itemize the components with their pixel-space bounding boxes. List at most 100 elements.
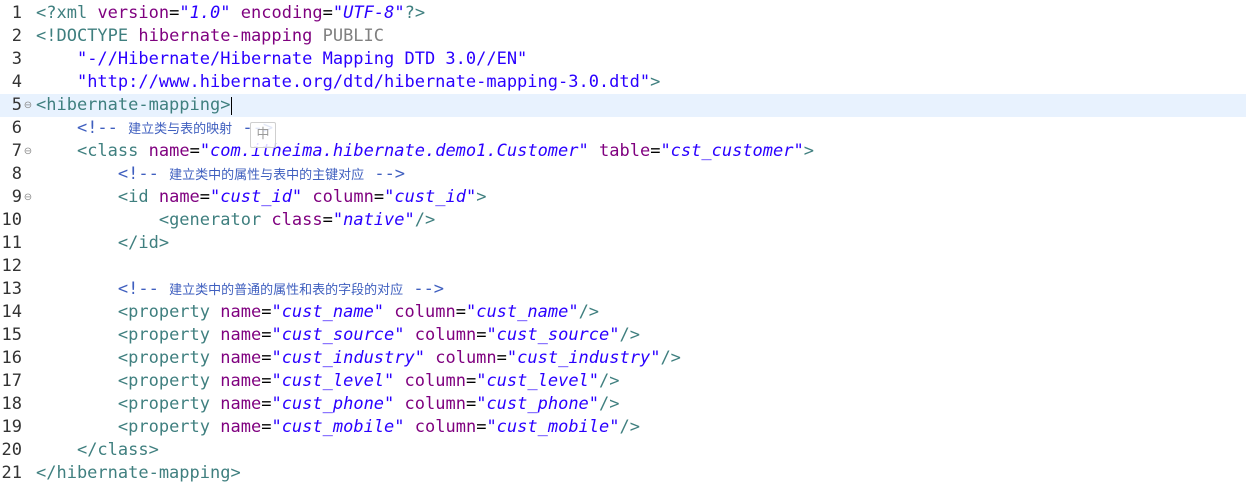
code-line[interactable]: 19 <property name="cust_mobile" column="… [0,416,1246,439]
code-token: = [465,371,477,391]
line-number: 9 [11,187,22,207]
code-text: <hibernate-mapping> [36,94,230,117]
code-token: = [496,348,507,368]
code-line[interactable]: 15 <property name="cust_source" column="… [0,324,1246,347]
code-text: "-//Hibernate/Hibernate Mapping DTD 3.0/… [36,48,527,71]
code-token: /> [660,348,681,368]
code-token: > [650,72,661,92]
code-token: column [312,187,374,207]
code-text: <class name="com.itheima.hibernate.demo1… [36,140,814,163]
code-line[interactable]: 7 ⊖ <class name="com.itheima.hibernate.de… [0,140,1246,163]
line-number: 4 [11,72,22,92]
code-line[interactable]: 18 <property name="cust_phone" column="c… [0,393,1246,416]
code-token: <!-- [117,164,170,184]
code-line[interactable]: 17 <property name="cust_level" column="c… [0,370,1246,393]
code-token: "cust_id" [210,187,303,207]
code-line[interactable]: 16 <property name="cust_industry" column… [0,347,1246,370]
code-token: table [599,141,651,161]
code-line[interactable]: 14 <property name="cust_name" column="cu… [0,301,1246,324]
code-token: class [271,210,323,230]
code-token: </class> [76,440,159,460]
code-text: <!-- 建立类中的普通的属性和表的字段的对应 --> [36,278,444,301]
code-token: column [404,371,466,391]
code-token: "http://www.hibernate.org/dtd/hibernate-… [76,72,651,92]
code-token: "cust_name" [465,302,579,322]
code-token: "cust_phone" [476,394,600,414]
code-line[interactable]: 12 [0,255,1246,278]
code-line[interactable]: 2 <!DOCTYPE hibernate-mapping PUBLIC [0,25,1246,48]
code-token: > [803,141,814,161]
code-token: "cust_level" [476,371,600,391]
code-line[interactable]: 10 <generator class="native"/> [0,209,1246,232]
line-number: 15 [1,325,22,345]
code-text: <property name="cust_level" column="cust… [36,370,620,393]
code-token: <hibernate-mapping> [36,95,231,115]
code-token: /> [578,302,600,322]
text-caret [231,97,232,115]
code-token: <property [117,325,221,345]
code-token: column [394,302,456,322]
code-line[interactable]: 20 </class> [0,439,1246,462]
code-token: "cust_industry" [271,348,425,368]
code-editor[interactable]: 1 <?xml version="1.0" encoding="UTF-8"?> 2… [0,0,1246,486]
line-number: 8 [11,164,22,184]
code-line[interactable]: 11 </id> [0,232,1246,255]
code-text: <property name="cust_phone" column="cust… [36,393,620,416]
code-token: "-//Hibernate/Hibernate Mapping DTD 3.0/… [76,49,528,69]
code-token: name [220,325,262,345]
code-token: = [261,417,272,437]
code-token: /> [599,394,620,414]
line-number: 18 [1,394,22,414]
code-token: = [169,3,180,23]
code-token: <generator [158,210,272,230]
code-line[interactable]: 4 "http://www.hibernate.org/dtd/hibernat… [0,71,1246,94]
code-token: <!DOCTYPE [36,26,139,46]
code-token: "cust_phone" [271,394,395,414]
code-token: --> [403,279,445,299]
code-token: "cust_id" [384,187,477,207]
fold-collapse-icon[interactable]: ⊖ [22,186,34,209]
code-token: "cust_level" [271,371,395,391]
code-token: "cust_industry" [506,348,661,368]
code-line[interactable]: 3 "-//Hibernate/Hibernate Mapping DTD 3.… [0,48,1246,71]
code-token: /> [619,325,640,345]
code-token: <property [117,348,221,368]
line-number: 21 [1,463,22,483]
code-line[interactable]: 6 <!-- 建立类与表的映射 --> [0,117,1246,140]
line-number: 6 [11,118,22,138]
code-line[interactable]: 13 <!-- 建立类中的普通的属性和表的字段的对应 --> [0,278,1246,301]
code-token: = [189,141,200,161]
code-token: name [220,371,262,391]
code-token: = [322,210,333,230]
code-token: = [199,187,211,207]
code-token: column [414,417,477,437]
code-token: = [650,141,661,161]
fold-collapse-icon[interactable]: ⊖ [22,94,34,117]
code-line[interactable]: 8 <!-- 建立类中的属性与表中的主键对应 --> [0,163,1246,186]
code-line[interactable]: 1 <?xml version="1.0" encoding="UTF-8"?> [0,2,1246,25]
code-token: = [261,348,272,368]
code-token: <property [117,371,221,391]
code-line[interactable]: 5 ⊖ <hibernate-mapping> [0,94,1246,117]
fold-collapse-icon[interactable]: ⊖ [22,140,34,163]
code-line[interactable]: 21 </hibernate-mapping> [0,462,1246,485]
code-token: "cst_customer" [660,141,804,161]
code-line[interactable]: 9 ⊖ <id name="cust_id" column="cust_id"> [0,186,1246,209]
code-token: name [220,348,262,368]
